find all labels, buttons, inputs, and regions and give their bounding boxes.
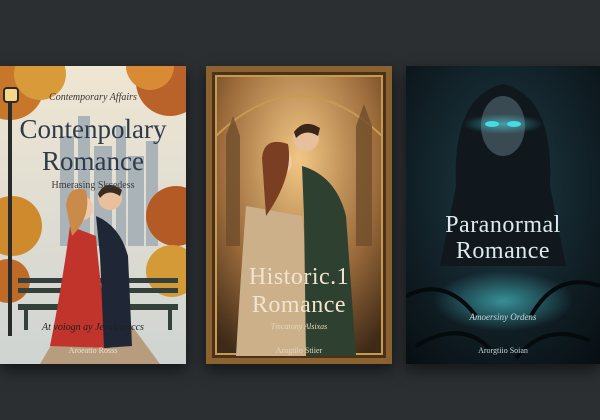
cover-author: Aroeatio Rosss xyxy=(68,346,118,355)
cover-tagline: Contemporary Affairs xyxy=(49,92,137,103)
historical-romance-cover[interactable]: Historic.1 Romance Tmcatony Alsixas Arog… xyxy=(206,66,392,364)
cover-subtitle: Tmcatony Alsixas xyxy=(270,322,328,331)
cover-title-line2: Romance xyxy=(251,292,347,318)
cover-title-line1: Paranormal xyxy=(445,212,561,238)
historical-cover-art xyxy=(206,66,392,364)
cover-subtitle: Amoersiny Ordens xyxy=(469,312,537,322)
cover-subtitle: Hmerasing Skcedess xyxy=(51,180,135,191)
cover-author: Arorgtiio Soian xyxy=(478,346,528,355)
cover-title-line2: Romance xyxy=(455,238,551,264)
cover-title-line1: Contenpolary xyxy=(19,114,167,144)
paranormal-romance-cover[interactable]: Paranormal Romance Amoersiny Ordens Aror… xyxy=(406,66,600,364)
contemporary-cover-art xyxy=(0,66,186,364)
cover-title-line1: Historic.1 xyxy=(248,264,350,290)
cover-title-line2: Romance xyxy=(42,146,144,176)
cover-author: Arogtilo Stiier xyxy=(275,346,323,355)
cover-footer: At voiogn ay Jeraleericcs xyxy=(42,322,144,333)
contemporary-romance-cover[interactable]: Contemporary Affairs Contenpolary Romanc… xyxy=(0,66,186,364)
